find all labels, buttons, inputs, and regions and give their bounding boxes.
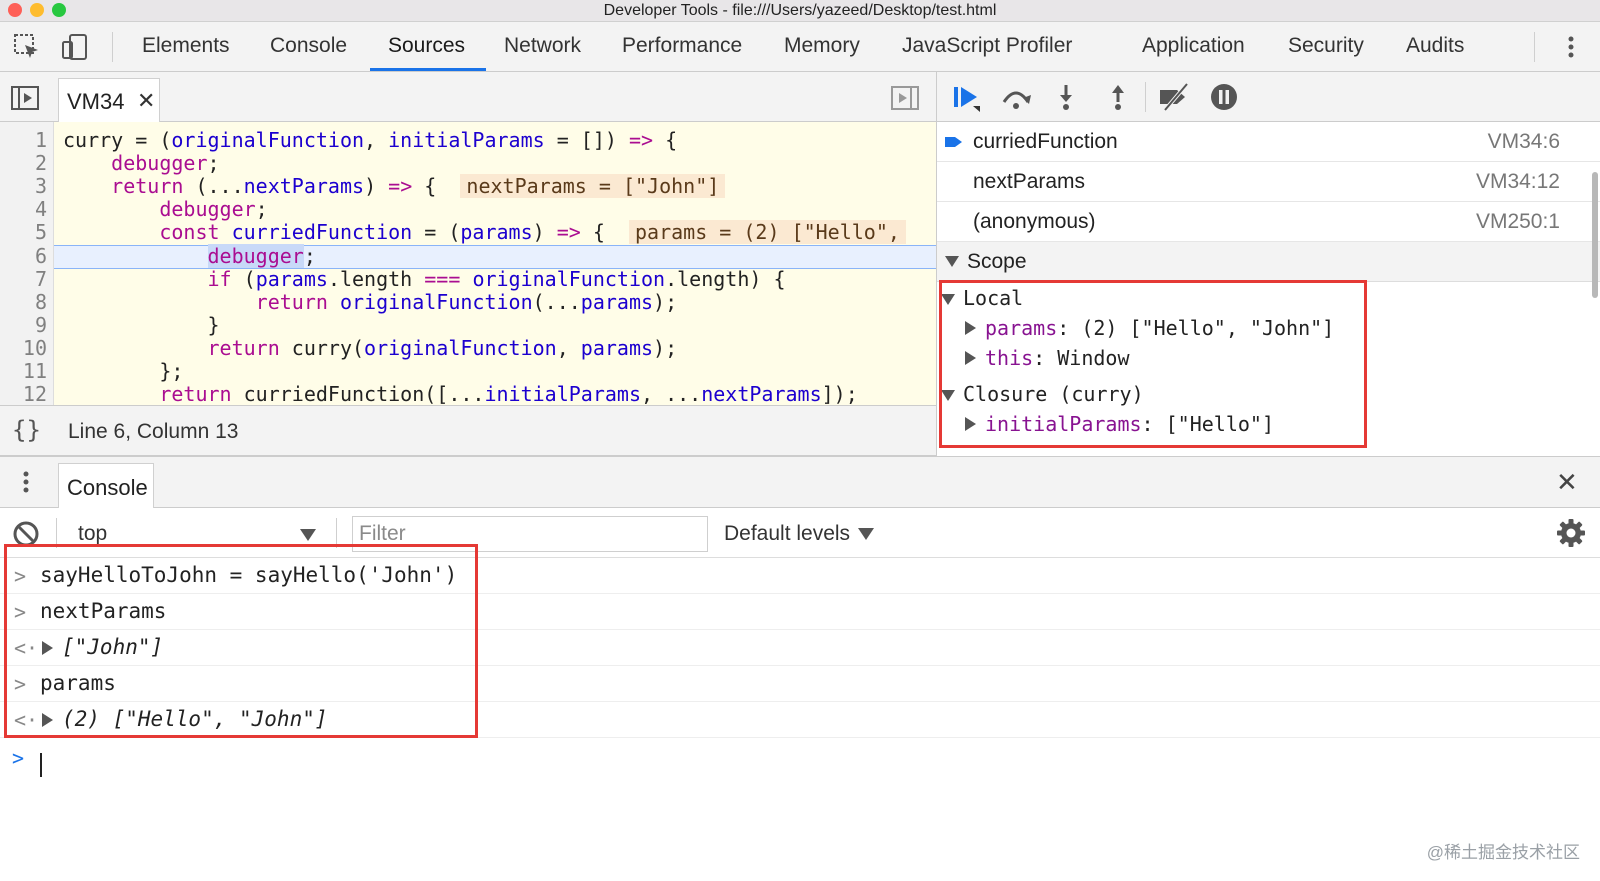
collapse-triangle-icon[interactable] (945, 256, 959, 267)
line-number[interactable]: 9 (35, 313, 47, 337)
console-settings-gear-icon[interactable] (1556, 518, 1586, 548)
call-frame-row[interactable]: nextParams VM34:12 (937, 162, 1600, 202)
line-number[interactable]: 12 (23, 382, 47, 405)
pause-on-exceptions-icon[interactable] (1209, 82, 1239, 112)
main-tab-bar: Elements Console Sources Network Perform… (0, 22, 1600, 72)
chevron-down-icon (300, 529, 316, 541)
current-frame-arrow-icon (945, 137, 962, 147)
scope-title: Scope (967, 250, 1027, 273)
call-frame-row[interactable]: curriedFunction VM34:6 (937, 122, 1600, 162)
log-levels-label: Default levels (724, 522, 851, 545)
code-line-9: } (63, 313, 220, 337)
toggle-navigator-icon[interactable] (10, 84, 40, 112)
code-line-4: debugger; (159, 197, 268, 221)
call-frame-location[interactable]: VM250:1 (1476, 210, 1560, 234)
code-line-10: return curry(originalFunction, params); (207, 336, 678, 360)
deactivate-breakpoints-icon[interactable] (1157, 82, 1189, 112)
code-line-7: if (params.length === originalFunction.l… (207, 267, 786, 291)
code-editor[interactable]: 1 2 3 4 5 6 7 8 9 10 11 12 curry = (orig… (0, 122, 936, 406)
file-tab-vm34[interactable]: VM34 ✕ (58, 78, 160, 122)
line-number[interactable]: 7 (35, 267, 47, 291)
drawer-tab-console[interactable]: Console (58, 463, 154, 509)
line-number[interactable]: 5 (35, 220, 47, 244)
line-number-gutter[interactable]: 1 2 3 4 5 6 7 8 9 10 11 12 (0, 122, 54, 405)
close-drawer-icon[interactable]: ✕ (1556, 467, 1578, 498)
inline-value-next-params: nextParams = ["John"] (460, 174, 726, 198)
tab-security[interactable]: Security (1288, 34, 1364, 58)
log-levels-dropdown[interactable]: Default levels (724, 522, 875, 546)
call-frame-name: (anonymous) (973, 210, 1096, 233)
code-line-8: return originalFunction(...params); (255, 290, 678, 314)
line-number[interactable]: 10 (23, 336, 47, 360)
tab-network[interactable]: Network (504, 34, 581, 58)
line-number-current[interactable]: 6 (35, 244, 47, 268)
line-number[interactable]: 8 (35, 290, 47, 314)
tab-performance[interactable]: Performance (622, 34, 742, 58)
step-into-icon[interactable] (1051, 82, 1081, 112)
debugger-toolbar (937, 72, 1600, 122)
tab-memory[interactable]: Memory (784, 34, 860, 58)
line-number[interactable]: 11 (23, 359, 47, 383)
cursor-position: Line 6, Column 13 (68, 420, 239, 443)
step-out-icon[interactable] (1103, 82, 1133, 112)
line-number[interactable]: 1 (35, 128, 47, 152)
pretty-print-icon[interactable]: {} (12, 416, 41, 444)
scope-highlight-box (939, 280, 1367, 448)
tab-elements[interactable]: Elements (142, 34, 230, 58)
inline-value-params: params = (2) ["Hello", (629, 220, 906, 244)
code-line-12: return curriedFunction([...initialParams… (159, 382, 858, 406)
line-number[interactable]: 3 (35, 174, 47, 198)
drawer-tab-label: Console (67, 475, 148, 500)
code-line-3: return (...nextParams) => { nextParams =… (63, 174, 726, 198)
source-file-tab-bar: VM34 ✕ (0, 72, 936, 122)
code-line-1: curry = (originalFunction, initialParams… (63, 128, 678, 152)
console-prompt-input[interactable] (40, 753, 42, 777)
file-tab-label: VM34 (67, 89, 125, 114)
code-line-2: debugger; (111, 151, 220, 175)
window-title-bar: Developer Tools - file:///Users/yazeed/D… (0, 0, 1600, 22)
more-options-icon[interactable] (1556, 32, 1586, 62)
call-frame-location[interactable]: VM34:6 (1488, 130, 1560, 154)
tab-application[interactable]: Application (1142, 34, 1245, 58)
console-prompt-icon: > (12, 746, 25, 770)
sidebar-scrollbar[interactable] (1592, 172, 1598, 298)
code-line-6: debugger; (207, 244, 316, 268)
tab-javascript-profiler[interactable]: JavaScript Profiler (902, 34, 1072, 58)
editor-status-bar: {} Line 6, Column 13 (0, 406, 936, 456)
line-number[interactable]: 2 (35, 151, 47, 175)
watermark: @稀土掘金技术社区 (1426, 843, 1580, 862)
line-number[interactable]: 4 (35, 197, 47, 221)
tab-console[interactable]: Console (270, 34, 347, 58)
active-tab-indicator (370, 68, 486, 71)
device-toolbar-icon[interactable] (60, 32, 90, 62)
inspect-element-icon[interactable] (12, 32, 42, 62)
call-frame-name: nextParams (973, 170, 1086, 193)
chevron-down-icon (858, 528, 875, 541)
call-frame-name: curriedFunction (973, 130, 1118, 153)
drawer-tab-bar: Console ✕ (0, 456, 1600, 509)
tab-audits[interactable]: Audits (1406, 34, 1464, 58)
tab-sources[interactable]: Sources (388, 34, 465, 58)
console-output[interactable]: > sayHelloToJohn = sayHello('John') > ne… (0, 544, 1600, 881)
code-line-5: const curriedFunction = (params) => { pa… (63, 220, 906, 244)
scope-section-header[interactable]: Scope (937, 242, 1600, 282)
resume-icon[interactable] (951, 82, 981, 112)
window-title: Developer Tools - file:///Users/yazeed/D… (603, 2, 997, 19)
code-line-11: }; (63, 359, 184, 383)
call-frame-row[interactable]: (anonymous) VM250:1 (937, 202, 1600, 242)
call-frame-location[interactable]: VM34:12 (1476, 170, 1560, 194)
toggle-debugger-icon[interactable] (890, 84, 920, 112)
drawer-menu-icon[interactable] (14, 467, 38, 497)
execution-context-value: top (78, 522, 108, 545)
step-over-icon[interactable] (999, 82, 1031, 112)
close-file-icon[interactable]: ✕ (137, 88, 155, 114)
debugger-sidebar: curriedFunction VM34:6 nextParams VM34:1… (937, 72, 1600, 456)
console-highlight-box (4, 544, 478, 738)
